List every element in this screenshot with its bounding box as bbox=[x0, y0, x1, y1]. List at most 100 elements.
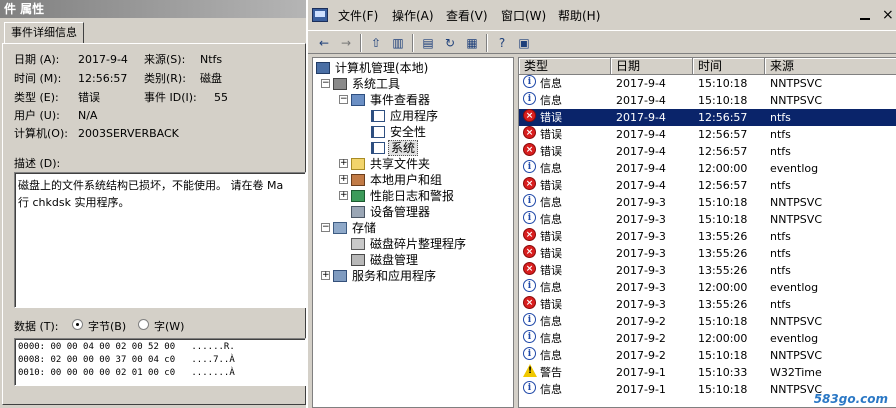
info-icon: i bbox=[523, 211, 536, 224]
menu-help[interactable]: 帮助(H) bbox=[558, 7, 600, 25]
event-row[interactable]: × 错误 2017-9-4 12:56:57 ntfs bbox=[519, 143, 896, 160]
column-header-type[interactable]: 类型 bbox=[519, 58, 611, 75]
event-row[interactable]: × 错误 2017-9-3 13:55:26 ntfs bbox=[519, 296, 896, 313]
column-header-time[interactable]: 时间 bbox=[693, 58, 765, 75]
defrag-icon bbox=[351, 238, 365, 250]
info-icon: i bbox=[523, 381, 536, 394]
tree-node-storage[interactable]: 存储 bbox=[333, 220, 378, 236]
export-list-icon[interactable]: ▦ bbox=[462, 34, 482, 52]
event-row[interactable]: × 错误 2017-9-4 12:56:57 ntfs bbox=[519, 126, 896, 143]
event-time: 12:56:57 bbox=[698, 128, 748, 141]
log-icon bbox=[371, 142, 385, 154]
computer-management-icon[interactable] bbox=[312, 8, 328, 22]
collapse-icon[interactable]: − bbox=[321, 79, 330, 88]
event-row[interactable]: × 错误 2017-9-4 12:56:57 ntfs bbox=[519, 109, 896, 126]
event-date: 2017-9-2 bbox=[616, 315, 666, 328]
event-row[interactable]: × 错误 2017-9-4 12:56:57 ntfs bbox=[519, 177, 896, 194]
event-row[interactable]: × 错误 2017-9-3 13:55:26 ntfs bbox=[519, 228, 896, 245]
words-radio[interactable] bbox=[138, 319, 149, 330]
show-hide-tree-icon[interactable]: ▥ bbox=[388, 34, 408, 52]
tree-node-services-applications[interactable]: 服务和应用程序 bbox=[333, 268, 438, 284]
tree-node-computer-management[interactable]: 计算机管理(本地) bbox=[316, 60, 430, 76]
up-level-icon[interactable]: ⇧ bbox=[366, 34, 386, 52]
user-value: N/A bbox=[78, 109, 98, 122]
description-textbox[interactable]: 磁盘上的文件系统结构已损坏，不能使用。 请在卷 Ma 行 chkdsk 实用程序… bbox=[14, 172, 306, 308]
event-source: NNTPSVC bbox=[770, 94, 822, 107]
event-row[interactable]: × 错误 2017-9-3 13:55:26 ntfs bbox=[519, 262, 896, 279]
event-row[interactable]: × 错误 2017-9-3 13:55:26 ntfs bbox=[519, 245, 896, 262]
tree-node-device-manager[interactable]: 设备管理器 bbox=[351, 204, 432, 220]
hex-line: 0008: 02 00 00 00 37 00 04 c0 ....7..À bbox=[18, 355, 235, 365]
expand-icon[interactable]: + bbox=[339, 191, 348, 200]
event-date: 2017-9-2 bbox=[616, 349, 666, 362]
event-row[interactable]: i 信息 2017-9-4 15:10:18 NNTPSVC bbox=[519, 92, 896, 109]
properties-icon[interactable]: ▤ bbox=[418, 34, 438, 52]
tree-node-security-log[interactable]: 安全性 bbox=[371, 124, 428, 140]
menu-view[interactable]: 查看(V) bbox=[446, 7, 488, 25]
tree-node-system-log[interactable]: 系统 bbox=[371, 140, 419, 156]
refresh-icon[interactable]: ↻ bbox=[440, 34, 460, 52]
collapse-icon[interactable]: − bbox=[321, 223, 330, 232]
expand-icon[interactable]: + bbox=[339, 159, 348, 168]
expand-icon[interactable]: + bbox=[321, 271, 330, 280]
toolbar-separator bbox=[412, 34, 414, 52]
event-time: 15:10:18 bbox=[698, 77, 748, 90]
tree-node-event-viewer[interactable]: 事件查看器 bbox=[351, 92, 432, 108]
event-date: 2017-9-4 bbox=[616, 145, 666, 158]
event-type: 错误 bbox=[540, 145, 562, 158]
close-icon[interactable]: × bbox=[882, 8, 894, 22]
event-type: 信息 bbox=[540, 383, 562, 396]
tab-event-details[interactable]: 事件详细信息 bbox=[4, 22, 84, 44]
event-type: 信息 bbox=[540, 196, 562, 209]
event-type: 信息 bbox=[540, 162, 562, 175]
tree-node-application-log[interactable]: 应用程序 bbox=[371, 108, 440, 124]
event-type: 信息 bbox=[540, 94, 562, 107]
tree-node-performance-logs[interactable]: 性能日志和警报 bbox=[351, 188, 456, 204]
bytes-label[interactable]: 字节(B) bbox=[88, 319, 126, 335]
event-row[interactable]: i 信息 2017-9-2 12:00:00 eventlog bbox=[519, 330, 896, 347]
tree-node-shared-folders[interactable]: 共享文件夹 bbox=[351, 156, 432, 172]
tree-node-disk-management[interactable]: 磁盘管理 bbox=[351, 252, 420, 268]
tree-node-system-tools[interactable]: 系统工具 bbox=[333, 76, 402, 92]
event-viewer-icon bbox=[351, 94, 365, 106]
event-source: NNTPSVC bbox=[770, 196, 822, 209]
menu-file[interactable]: 文件(F) bbox=[338, 7, 378, 25]
services-icon bbox=[333, 270, 347, 282]
event-row[interactable]: i 信息 2017-9-2 15:10:18 NNTPSVC bbox=[519, 313, 896, 330]
event-row[interactable]: i 信息 2017-9-4 15:10:18 NNTPSVC bbox=[519, 75, 896, 92]
forward-arrow-icon[interactable]: → bbox=[336, 34, 356, 52]
bytes-radio[interactable] bbox=[72, 319, 83, 330]
event-source: ntfs bbox=[770, 230, 791, 243]
event-id-value: 55 bbox=[214, 91, 228, 104]
help-icon[interactable]: ? bbox=[492, 34, 512, 52]
back-arrow-icon[interactable]: ← bbox=[314, 34, 334, 52]
event-row[interactable]: i 信息 2017-9-3 15:10:18 NNTPSVC bbox=[519, 211, 896, 228]
hex-data-box[interactable]: 0000: 00 00 04 00 02 00 52 00 ......R. 00… bbox=[14, 338, 306, 386]
event-row[interactable]: 警告 2017-9-1 15:10:33 W32Time bbox=[519, 364, 896, 381]
console-icon[interactable]: ▣ bbox=[514, 34, 534, 52]
column-header-date[interactable]: 日期 bbox=[611, 58, 693, 75]
event-row[interactable]: i 信息 2017-9-3 12:00:00 eventlog bbox=[519, 279, 896, 296]
error-icon: × bbox=[523, 296, 536, 309]
tree-node-disk-defragmenter[interactable]: 磁盘碎片整理程序 bbox=[351, 236, 468, 252]
menu-window[interactable]: 窗口(W) bbox=[501, 7, 546, 25]
event-properties-dialog: 件 属性 事件详细信息 日期 (A): 2017-9-4 来源(S): Ntfs… bbox=[0, 0, 306, 408]
tree-node-local-users[interactable]: 本地用户和组 bbox=[351, 172, 444, 188]
console-tree: 计算机管理(本地) − 系统工具 − 事件查看器 应用程序 安全性 系统 + 共… bbox=[312, 57, 514, 408]
column-header-source[interactable]: 来源 bbox=[765, 58, 896, 75]
collapse-icon[interactable]: − bbox=[339, 95, 348, 104]
minimize-icon[interactable] bbox=[860, 18, 870, 20]
expand-icon[interactable]: + bbox=[339, 175, 348, 184]
event-row[interactable]: i 信息 2017-9-4 12:00:00 eventlog bbox=[519, 160, 896, 177]
event-source: ntfs bbox=[770, 179, 791, 192]
event-row[interactable]: i 信息 2017-9-3 15:10:18 NNTPSVC bbox=[519, 194, 896, 211]
event-row[interactable]: i 信息 2017-9-2 15:10:18 NNTPSVC bbox=[519, 347, 896, 364]
warning-icon bbox=[523, 364, 537, 377]
words-label[interactable]: 字(W) bbox=[154, 319, 184, 335]
event-date: 2017-9-4 bbox=[616, 111, 666, 124]
menu-action[interactable]: 操作(A) bbox=[392, 7, 434, 25]
computer-icon bbox=[316, 62, 330, 74]
event-source: ntfs bbox=[770, 298, 791, 311]
folder-icon bbox=[351, 158, 365, 170]
event-source: eventlog bbox=[770, 162, 819, 175]
